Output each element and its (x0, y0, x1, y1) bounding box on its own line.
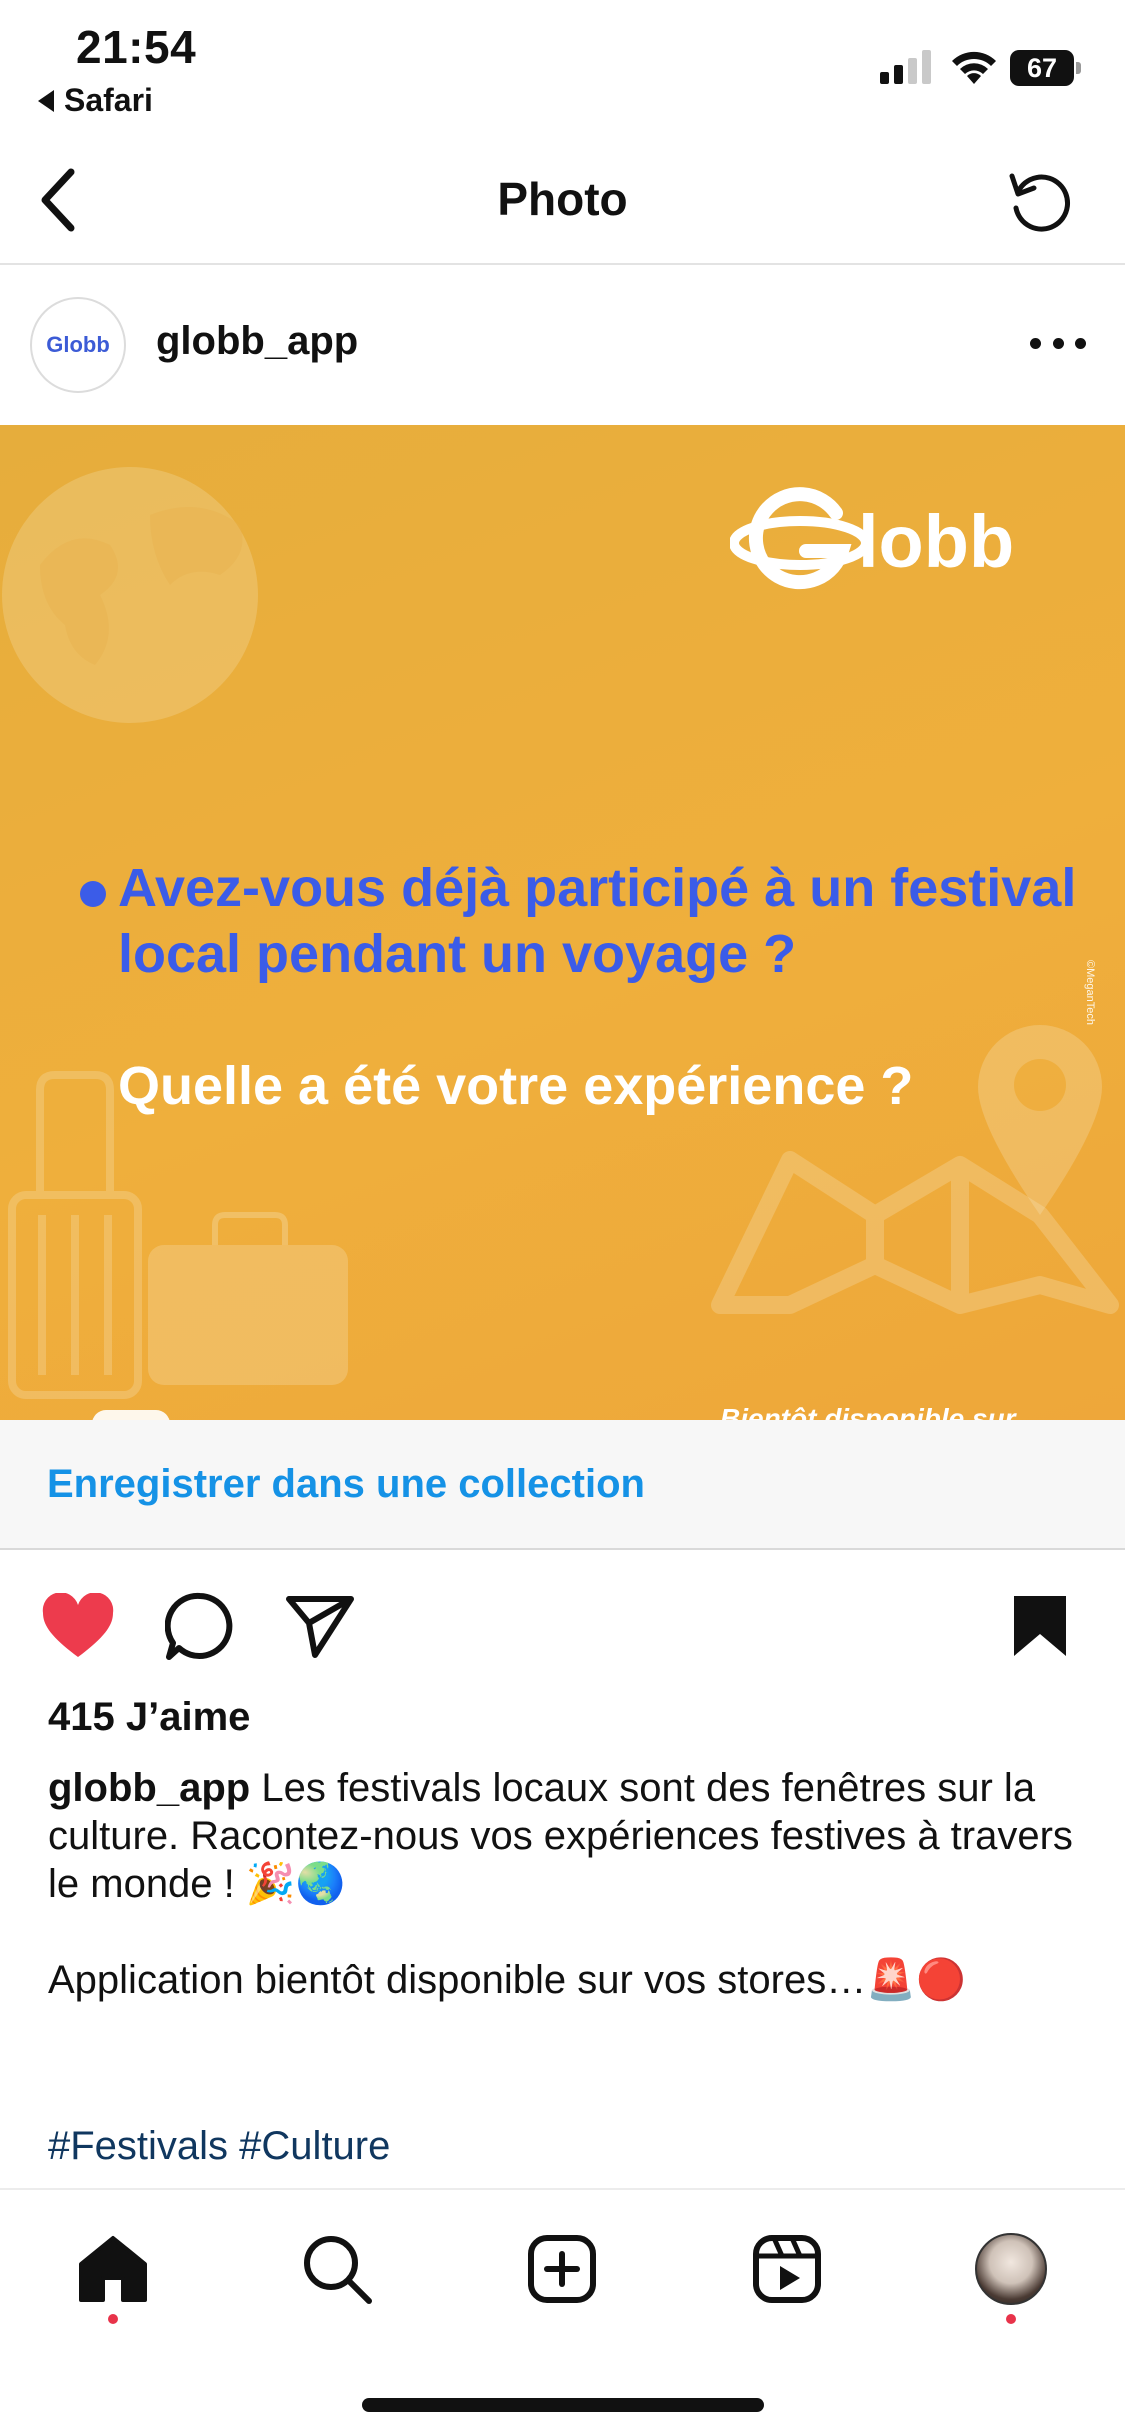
back-app-label: Safari (64, 82, 153, 118)
status-time: 21:54 (76, 21, 197, 73)
profile-notification-dot (1006, 2314, 1016, 2324)
profile-avatar (975, 2233, 1047, 2305)
battery-icon: 67 (1010, 50, 1082, 86)
more-dot-icon (1052, 337, 1064, 349)
globb-logo: lobb (730, 487, 1014, 590)
like-button[interactable] (38, 1588, 118, 1664)
back-to-safari-link[interactable]: Safari (38, 82, 153, 119)
tab-profile[interactable] (966, 2224, 1056, 2314)
image-watermark: ©MeganTech (1084, 960, 1096, 1025)
globe-illustration (2, 467, 258, 723)
new-post-icon (528, 2235, 596, 2303)
comment-icon (165, 1592, 233, 1660)
bookmark-button[interactable] (1000, 1588, 1080, 1664)
post-caption: globb_app Les festivals locaux sont des … (48, 1764, 1088, 2004)
cellular-signal-icon (880, 50, 931, 84)
tab-search[interactable] (292, 2224, 382, 2314)
post-actions (0, 1552, 1125, 1692)
more-dot-icon (1075, 337, 1086, 349)
suitcase-illustration (8, 1071, 142, 1399)
search-icon (304, 2236, 372, 2304)
caption-line-2: Application bientôt disponible sur vos s… (48, 1958, 966, 2002)
caption-username[interactable]: globb_app (48, 1766, 250, 1810)
wifi-icon (952, 51, 996, 84)
author-avatar[interactable]: Globb (30, 297, 126, 393)
post-header: Globb globb_app (0, 267, 1125, 425)
post-username[interactable]: globb_app (156, 319, 358, 364)
tab-reels[interactable] (742, 2224, 832, 2314)
hashtags[interactable]: #Festivals #Culture (48, 2124, 390, 2169)
more-dot-icon (1030, 337, 1041, 349)
image-question-2: Quelle a été votre expérience ? (118, 1056, 914, 1116)
comment-button[interactable] (160, 1588, 240, 1664)
bullet-dot (80, 881, 106, 907)
refresh-icon (1009, 173, 1071, 232)
home-indicator[interactable] (362, 2398, 764, 2412)
tab-home[interactable] (68, 2224, 158, 2314)
svg-text:lobb: lobb (858, 500, 1014, 583)
tab-new-post[interactable] (517, 2224, 607, 2314)
heart-filled-icon (42, 1593, 114, 1657)
like-count[interactable]: 415 J’aime (48, 1695, 250, 1740)
send-icon (286, 1596, 354, 1658)
page-title: Photo (497, 173, 628, 225)
refresh-button[interactable] (1000, 162, 1080, 242)
avatar-logo-text: Globb (46, 332, 110, 357)
home-icon (79, 2236, 147, 2302)
image-footer-text: Bientôt disponible sur (720, 1403, 1016, 1420)
navigation-bar: Photo (0, 140, 1125, 265)
back-triangle-icon (38, 89, 54, 112)
status-bar: 21:54 Safari 67 (0, 0, 1125, 130)
battery-level: 67 (1010, 50, 1074, 86)
save-to-collection-bar[interactable]: Enregistrer dans une collection (0, 1420, 1125, 1550)
share-button[interactable] (280, 1588, 360, 1664)
image-question-1: Avez-vous déjà participé à un festival l… (118, 858, 1077, 984)
post-image[interactable]: lobb Avez-vous déjà participé à un festi… (0, 425, 1125, 1420)
bookmark-filled-icon (1014, 1596, 1066, 1656)
reels-icon (753, 2235, 821, 2303)
home-notification-dot (108, 2314, 118, 2324)
more-options-button[interactable] (1030, 331, 1086, 355)
save-to-collection-link[interactable]: Enregistrer dans une collection (47, 1462, 645, 1507)
